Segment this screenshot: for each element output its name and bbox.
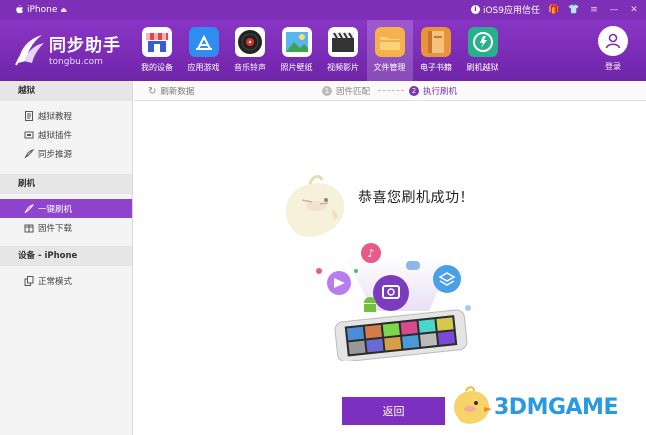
svg-text:♪: ♪: [367, 247, 374, 260]
login-button[interactable]: 登录: [598, 26, 628, 72]
leaf-logo-icon: [15, 35, 44, 66]
watermark-text: 3DMGAME: [494, 394, 618, 420]
sidebar-item-label: 固件下载: [38, 223, 73, 234]
step-bar: ↻ 刷新数据 1 固件匹配 2 执行刷机: [134, 81, 646, 101]
sidebar-item-label: 一键刷机: [38, 204, 73, 215]
sidebar-item-one-click-flash[interactable]: 一键刷机: [0, 199, 132, 218]
sidebar: 越狱 越狱教程 越狱插件 同步推源 刷机 一键刷机 固件下载 设备 - iPho…: [0, 81, 133, 435]
skin-icon[interactable]: 👕: [568, 4, 580, 16]
logo-title: 同步助手: [49, 36, 121, 56]
tool-label: 刷机越狱: [466, 63, 499, 72]
step-firmware-match: 1 固件匹配: [322, 85, 370, 97]
ios-trust-link[interactable]: i iOS9应用信任: [470, 3, 540, 16]
feather-icon: [24, 203, 34, 213]
tool-ebooks[interactable]: 电子书籍: [413, 20, 459, 81]
book-icon: [421, 27, 451, 57]
user-icon: [598, 26, 628, 56]
title-bar: iPhone ⏏ i iOS9应用信任 🎁 👕 ≡ — ✕: [0, 0, 646, 20]
tool-file-manager[interactable]: 文件管理: [366, 20, 413, 81]
sidebar-section-device: 设备 - iPhone: [0, 246, 132, 266]
step-number: 2: [409, 86, 419, 96]
refresh-icon: ↻: [148, 85, 157, 97]
step-label: 固件匹配: [336, 87, 371, 97]
sidebar-item-jailbreak-plugins[interactable]: 越狱插件: [0, 125, 132, 144]
tool-photos-wallpapers[interactable]: 照片壁纸: [274, 20, 320, 81]
store-icon: [142, 27, 172, 57]
sidebar-item-label: 越狱教程: [38, 111, 73, 122]
device-label: iPhone: [27, 4, 58, 15]
device-selector[interactable]: iPhone ⏏: [14, 4, 67, 15]
sidebar-item-tongbu-source[interactable]: 同步推源: [0, 144, 132, 163]
info-icon: i: [470, 5, 480, 14]
minimize-icon[interactable]: —: [608, 4, 620, 16]
mascot-bird-illustration: [285, 175, 345, 237]
package-icon: [24, 224, 34, 232]
feather-icon: [24, 148, 34, 158]
logo: 同步助手 tongbu.com: [14, 31, 121, 67]
trust-label: iOS9应用信任: [482, 6, 540, 16]
app-store-icon: [188, 27, 219, 57]
login-label: 登录: [605, 62, 621, 71]
watermark-bird-icon: [453, 386, 492, 424]
step-label: 执行刷机: [423, 87, 458, 97]
tool-label: 电子书籍: [420, 63, 452, 72]
gift-icon[interactable]: 🎁: [548, 4, 560, 16]
sidebar-item-label: 越狱插件: [38, 130, 73, 141]
main-content: ↻ 刷新数据 1 固件匹配 2 执行刷机 恭喜您刷机成功！ ♪ 返回: [134, 81, 646, 435]
sidebar-item-label: 正常模式: [38, 276, 73, 287]
apple-icon: [16, 4, 23, 14]
tool-label: 照片壁纸: [280, 63, 313, 72]
tool-label: 应用游戏: [187, 63, 220, 72]
document-icon: [25, 110, 33, 121]
main-toolbar: 我的设备 应用游戏 音乐铃声 照片壁纸 视频影片 文件管理 电子书籍 刷机越狱: [134, 20, 506, 81]
step-number: 1: [322, 86, 332, 96]
phone-apps-illustration: ♪: [316, 243, 471, 361]
back-button[interactable]: 返回: [342, 397, 445, 425]
sidebar-item-label: 同步推源: [38, 149, 73, 160]
tool-music-ringtones[interactable]: 音乐铃声: [227, 20, 273, 81]
tool-my-device[interactable]: 我的设备: [134, 20, 180, 81]
step-execute-flash: 2 执行刷机: [409, 85, 457, 97]
tool-label: 文件管理: [373, 63, 406, 72]
close-icon[interactable]: ✕: [628, 4, 640, 16]
sidebar-section-flash: 刷机: [0, 174, 132, 194]
plugin-icon: [24, 131, 34, 138]
flash-icon: [467, 27, 498, 57]
main-header: 同步助手 tongbu.com 我的设备 应用游戏 音乐铃声 照片壁纸 视频影片…: [0, 20, 646, 81]
menu-icon[interactable]: ≡: [588, 4, 600, 16]
vinyl-record-icon: [235, 27, 265, 57]
tool-label: 音乐铃声: [234, 63, 266, 72]
copy-icon: [24, 275, 34, 286]
photo-icon: [281, 27, 312, 57]
refresh-button[interactable]: ↻ 刷新数据: [148, 85, 195, 98]
sidebar-item-jailbreak-tutorial[interactable]: 越狱教程: [0, 106, 132, 125]
folder-icon: [374, 27, 405, 57]
tool-label: 视频影片: [327, 63, 359, 72]
sidebar-section-jailbreak: 越狱: [0, 81, 132, 101]
sidebar-item-firmware-download[interactable]: 固件下载: [0, 218, 132, 237]
watermark: 3DMGAME: [450, 385, 618, 429]
tool-label: 我的设备: [141, 63, 173, 72]
tool-videos[interactable]: 视频影片: [320, 20, 366, 81]
eject-icon: ⏏: [60, 5, 68, 14]
sidebar-item-normal-mode[interactable]: 正常模式: [0, 271, 132, 290]
refresh-label: 刷新数据: [160, 87, 195, 97]
step-divider: [378, 90, 404, 91]
success-message: 恭喜您刷机成功！: [358, 190, 474, 206]
tool-apps-games[interactable]: 应用游戏: [181, 20, 227, 81]
tool-flash-jailbreak[interactable]: 刷机越狱: [460, 20, 506, 81]
clapperboard-icon: [328, 27, 358, 57]
logo-domain: tongbu.com: [49, 57, 103, 67]
